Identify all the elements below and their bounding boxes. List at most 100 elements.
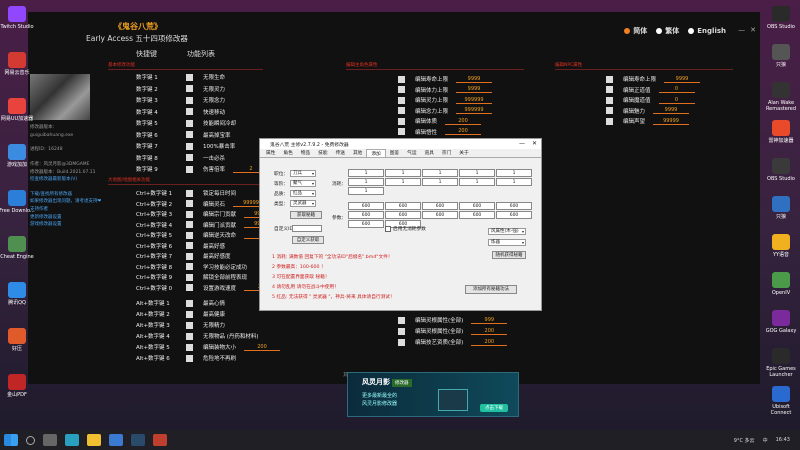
- value-input[interactable]: 200: [445, 128, 482, 135]
- consume-cell[interactable]: 1: [496, 169, 532, 177]
- dialog-tab[interactable]: 属性: [262, 149, 279, 157]
- dr-5[interactable]: 只狼: [762, 196, 800, 220]
- toggle-checkbox[interactable]: [186, 200, 193, 207]
- lang-traditional[interactable]: 繁体: [656, 26, 679, 36]
- dr-7[interactable]: OpenIV: [762, 272, 800, 296]
- toggle-checkbox[interactable]: [398, 338, 405, 346]
- random-get-button[interactable]: 随机获得秘籍: [492, 251, 526, 259]
- info-line[interactable]: 如果修改器出现问题，请考虑支持❤: [30, 198, 114, 206]
- param-cell[interactable]: 600: [496, 202, 532, 210]
- info-line[interactable]: [30, 184, 114, 191]
- value-input[interactable]: 999: [471, 317, 508, 324]
- dialog-tab[interactable]: 物品: [297, 149, 314, 157]
- minimize-button[interactable]: —: [738, 26, 745, 34]
- toggle-checkbox[interactable]: [186, 343, 193, 351]
- dr-1[interactable]: 只狼: [762, 44, 800, 68]
- dl-1[interactable]: 网易云音乐: [0, 52, 36, 76]
- dialog-tab[interactable]: 图鉴: [386, 149, 403, 157]
- toggle-checkbox[interactable]: [186, 108, 193, 115]
- param-cell[interactable]: 600: [496, 211, 532, 219]
- dialog-close-button[interactable]: ✕: [532, 140, 537, 147]
- toggle-checkbox[interactable]: [398, 316, 405, 324]
- toggle-checkbox[interactable]: [186, 165, 193, 173]
- consume-cell[interactable]: 1: [422, 169, 458, 177]
- info-line[interactable]: 更新修改器设置: [30, 214, 114, 222]
- dialog-tab[interactable]: 其他: [349, 149, 366, 157]
- value-input[interactable]: 99999: [653, 118, 690, 125]
- consume-cell[interactable]: 1: [348, 169, 384, 177]
- value-input[interactable]: 999999: [456, 97, 493, 104]
- info-line[interactable]: 下载/查找所有修改器: [30, 191, 114, 199]
- get-book-button[interactable]: 获取秘籍: [290, 211, 322, 219]
- dl-5[interactable]: Cheat Engine: [0, 236, 36, 260]
- consume-cell[interactable]: 1: [459, 178, 495, 186]
- value-input[interactable]: 0: [658, 86, 695, 93]
- toggle-checkbox[interactable]: [398, 117, 405, 125]
- start-icon[interactable]: [4, 434, 18, 446]
- dl-4[interactable]: Free Downlo...: [0, 190, 36, 214]
- toggle-checkbox[interactable]: [186, 354, 193, 362]
- toggle-checkbox[interactable]: [398, 128, 405, 135]
- dr-2[interactable]: Alan Wake Remastered: [762, 82, 800, 112]
- toggle-checkbox[interactable]: [186, 96, 193, 104]
- toggle-checkbox[interactable]: [186, 154, 193, 161]
- attr-select[interactable]: 风属性(木-强): [488, 228, 526, 235]
- input-lang[interactable]: 中: [763, 437, 768, 444]
- toggle-checkbox[interactable]: [606, 107, 613, 114]
- dialog-tab[interactable]: 道具: [421, 149, 438, 157]
- custom-get-button[interactable]: 自定义获取: [292, 236, 324, 244]
- param-cell[interactable]: 600: [422, 202, 458, 210]
- consume-cell[interactable]: 1: [422, 178, 458, 186]
- info-line[interactable]: 检查修改器最新版本(V): [30, 176, 114, 184]
- field-select[interactable]: 聚气: [290, 180, 316, 187]
- toggle-checkbox[interactable]: [186, 310, 193, 318]
- toggle-checkbox[interactable]: [186, 85, 193, 92]
- toggle-checkbox[interactable]: [186, 210, 193, 218]
- dl-8[interactable]: 金山PDF: [0, 374, 36, 398]
- toggle-checkbox[interactable]: [398, 75, 405, 83]
- value-input[interactable]: 9999: [653, 107, 690, 114]
- param-cell[interactable]: 600: [422, 211, 458, 219]
- toggle-checkbox[interactable]: [186, 321, 193, 329]
- dr-6[interactable]: YY语音: [762, 234, 800, 258]
- dialog-tab[interactable]: 传送: [332, 149, 349, 157]
- consume-cell[interactable]: 1: [348, 178, 384, 186]
- dialog-tab[interactable]: 角色: [279, 149, 296, 157]
- dr-3[interactable]: 雷神加速器: [762, 120, 800, 144]
- toggle-checkbox[interactable]: [186, 242, 193, 249]
- dl-0[interactable]: Twitch Studio: [0, 6, 36, 30]
- custom-id-input[interactable]: [292, 225, 322, 232]
- explorer-icon[interactable]: [87, 434, 101, 446]
- toggle-checkbox[interactable]: [186, 119, 193, 127]
- toggle-checkbox[interactable]: [186, 231, 193, 239]
- toggle-checkbox[interactable]: [186, 221, 193, 228]
- dialog-tab[interactable]: 添加: [366, 149, 386, 157]
- dr-0[interactable]: OBS Studio: [762, 6, 800, 30]
- value-input[interactable]: 200: [445, 118, 482, 125]
- dl-6[interactable]: 腾讯QQ: [0, 282, 36, 306]
- dr-8[interactable]: GOG Galaxy: [762, 310, 800, 334]
- toggle-checkbox[interactable]: [186, 142, 193, 150]
- consume-cell[interactable]: 1: [459, 169, 495, 177]
- dr-9[interactable]: Epic Games Launcher: [762, 348, 800, 378]
- param-cell[interactable]: 600: [385, 211, 421, 219]
- consume-cell[interactable]: 1: [385, 169, 421, 177]
- dr-4[interactable]: OBS Studio: [762, 158, 800, 182]
- param-cell[interactable]: 600: [459, 211, 495, 219]
- toggle-checkbox[interactable]: [186, 299, 193, 307]
- param-cell[interactable]: 600: [348, 220, 384, 228]
- dl-7[interactable]: 好压: [0, 328, 36, 352]
- edge-icon[interactable]: [65, 434, 79, 446]
- steam-icon[interactable]: [131, 434, 145, 446]
- toggle-checkbox[interactable]: [186, 73, 193, 81]
- lang-english[interactable]: English: [688, 26, 726, 36]
- dialog-tab[interactable]: 关于: [455, 149, 472, 157]
- toggle-checkbox[interactable]: [606, 86, 613, 93]
- dialog-tab[interactable]: 宗门: [438, 149, 455, 157]
- toggle-checkbox[interactable]: [186, 332, 193, 340]
- param-cell[interactable]: 600: [348, 211, 384, 219]
- value-input[interactable]: 9999: [664, 76, 701, 83]
- toggle-checkbox[interactable]: [186, 263, 193, 270]
- value-input[interactable]: 9999: [456, 76, 493, 83]
- toggle-checkbox[interactable]: [186, 284, 193, 291]
